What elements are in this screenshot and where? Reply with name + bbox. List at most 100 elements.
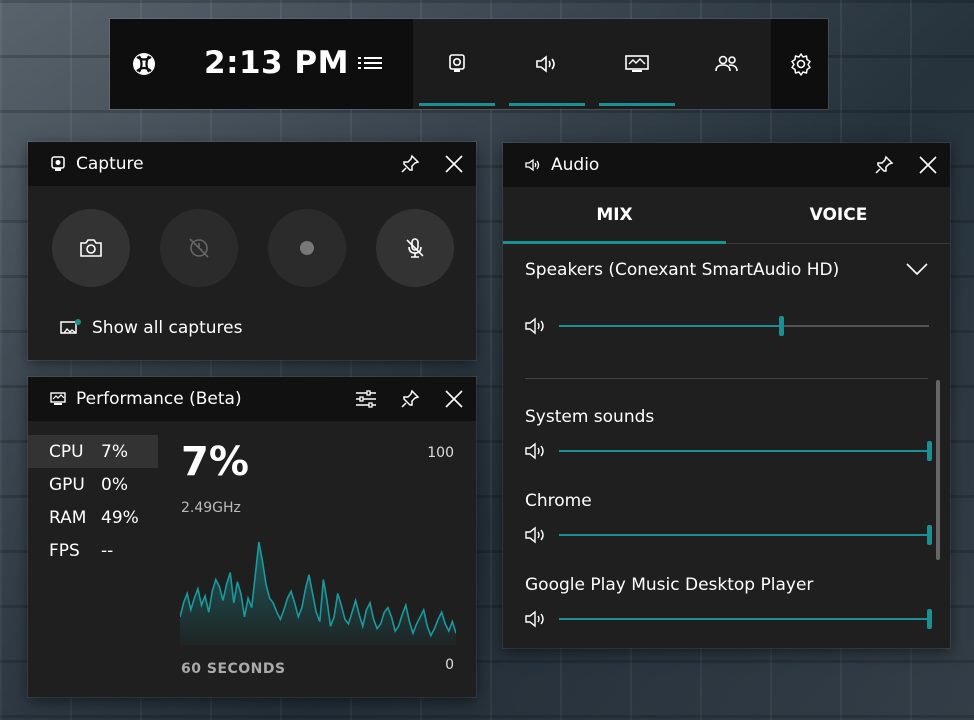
audio-widget: Audio MIX VOICE Speakers (Conexant Smart… bbox=[503, 143, 950, 648]
capture-widget: Capture Show all captures bbox=[28, 142, 476, 360]
slider-track bbox=[559, 316, 929, 336]
widget-menu-icon[interactable] bbox=[358, 54, 382, 74]
slider-fill bbox=[559, 534, 929, 536]
gallery-icon bbox=[60, 319, 81, 334]
capture-icon bbox=[51, 156, 65, 171]
axis-min-label: 0 bbox=[445, 657, 454, 673]
audio-widget-button[interactable] bbox=[503, 19, 591, 109]
capture-icon bbox=[449, 54, 465, 72]
app-label-chrome: Chrome bbox=[525, 491, 592, 511]
pin-icon bbox=[401, 154, 420, 173]
slider-track bbox=[559, 525, 932, 545]
scrollbar[interactable] bbox=[936, 380, 940, 560]
cpu-frequency: 2.49GHz bbox=[181, 500, 241, 516]
slider-fill bbox=[559, 618, 929, 620]
tab-voice[interactable]: VOICE bbox=[727, 187, 950, 243]
performance-titlebar[interactable]: Performance (Beta) bbox=[28, 377, 476, 421]
capture-widget-button[interactable] bbox=[413, 19, 501, 109]
chevron-down-icon[interactable] bbox=[906, 262, 928, 276]
section-divider bbox=[525, 378, 928, 379]
performance-stats-list: CPU 7% GPU 0% RAM 49% FPS -- bbox=[28, 435, 158, 567]
stat-value: 7% bbox=[101, 441, 128, 462]
pin-button[interactable] bbox=[388, 142, 432, 186]
start-recording-button[interactable] bbox=[268, 209, 346, 287]
slider-fill bbox=[559, 450, 929, 452]
time-window-label: 60 SECONDS bbox=[181, 661, 286, 677]
slider-thumb[interactable] bbox=[927, 525, 932, 545]
slider-thumb[interactable] bbox=[927, 609, 932, 629]
current-usage: 7% bbox=[181, 439, 249, 485]
stat-name: FPS bbox=[49, 540, 80, 561]
social-icon bbox=[715, 55, 738, 72]
stat-name: RAM bbox=[49, 507, 87, 528]
tab-mix[interactable]: MIX bbox=[503, 187, 726, 244]
close-button[interactable] bbox=[432, 377, 476, 421]
screenshot-button[interactable] bbox=[52, 209, 130, 287]
pin-icon bbox=[401, 389, 420, 408]
performance-options-button[interactable] bbox=[344, 377, 388, 421]
close-button[interactable] bbox=[432, 142, 476, 186]
stat-row-cpu[interactable]: CPU 7% bbox=[28, 435, 158, 468]
pin-button[interactable] bbox=[388, 377, 432, 421]
audio-tabs: MIX VOICE bbox=[503, 187, 950, 244]
app-volume-slider-chrome[interactable] bbox=[525, 523, 932, 547]
app-volume-slider-system-sounds[interactable] bbox=[525, 439, 932, 463]
close-icon bbox=[445, 390, 463, 408]
record-last-button[interactable] bbox=[160, 209, 238, 287]
slider-track bbox=[559, 441, 932, 461]
app-volume-slider-google-play-music[interactable] bbox=[525, 607, 932, 631]
game-bar: 2:13 PM bbox=[110, 19, 828, 109]
speaker-icon bbox=[525, 317, 544, 335]
stat-name: CPU bbox=[49, 441, 84, 462]
active-indicator bbox=[419, 103, 495, 106]
social-widget-button[interactable] bbox=[683, 19, 771, 109]
mic-off-icon bbox=[406, 238, 424, 258]
speaker-icon bbox=[525, 526, 544, 544]
performance-widget: Performance (Beta) CPU 7% GPU 0% RAM 49% FP… bbox=[28, 377, 476, 697]
output-device-select[interactable]: Speakers (Conexant SmartAudio HD) bbox=[525, 260, 925, 280]
speaker-icon bbox=[525, 442, 544, 460]
record-icon bbox=[300, 241, 314, 255]
xbox-logo-icon[interactable] bbox=[132, 52, 156, 76]
slider-thumb[interactable] bbox=[779, 316, 784, 336]
pin-icon bbox=[875, 155, 894, 174]
axis-max-label: 100 bbox=[427, 445, 454, 461]
capture-titlebar[interactable]: Capture bbox=[28, 142, 476, 186]
close-button[interactable] bbox=[906, 143, 950, 187]
stat-name: GPU bbox=[49, 474, 85, 495]
stat-row-fps[interactable]: FPS -- bbox=[28, 534, 158, 567]
mic-toggle-button[interactable] bbox=[376, 209, 454, 287]
app-label-google-play-music: Google Play Music Desktop Player bbox=[525, 575, 814, 595]
close-icon bbox=[445, 155, 463, 173]
performance-icon bbox=[625, 55, 649, 72]
stat-row-gpu[interactable]: GPU 0% bbox=[28, 468, 158, 501]
pin-button[interactable] bbox=[862, 143, 906, 187]
gear-icon bbox=[790, 53, 811, 76]
audio-icon bbox=[525, 158, 540, 172]
usage-graph bbox=[180, 541, 456, 645]
stat-value: 49% bbox=[101, 507, 139, 528]
app-label-system-sounds: System sounds bbox=[525, 407, 655, 427]
device-volume-slider[interactable] bbox=[525, 314, 929, 338]
slider-track bbox=[559, 609, 932, 629]
stat-value: -- bbox=[101, 540, 114, 561]
camera-icon bbox=[80, 239, 102, 257]
active-indicator bbox=[509, 103, 585, 106]
audio-titlebar[interactable]: Audio bbox=[503, 143, 950, 187]
performance-icon bbox=[50, 392, 66, 405]
active-indicator bbox=[599, 103, 675, 106]
capture-title: Capture bbox=[76, 154, 144, 174]
stat-row-ram[interactable]: RAM 49% bbox=[28, 501, 158, 534]
clock: 2:13 PM bbox=[204, 45, 349, 81]
audio-icon bbox=[536, 55, 555, 73]
settings-button[interactable] bbox=[773, 19, 828, 109]
audio-title: Audio bbox=[551, 155, 600, 175]
performance-title: Performance (Beta) bbox=[76, 389, 242, 409]
performance-widget-button[interactable] bbox=[593, 19, 681, 109]
slider-thumb[interactable] bbox=[927, 441, 932, 461]
widget-toolbar bbox=[413, 19, 771, 109]
close-icon bbox=[919, 156, 937, 174]
sliders-icon bbox=[356, 390, 376, 408]
record-last-icon bbox=[189, 238, 209, 258]
show-all-captures-link[interactable]: Show all captures bbox=[60, 318, 242, 338]
